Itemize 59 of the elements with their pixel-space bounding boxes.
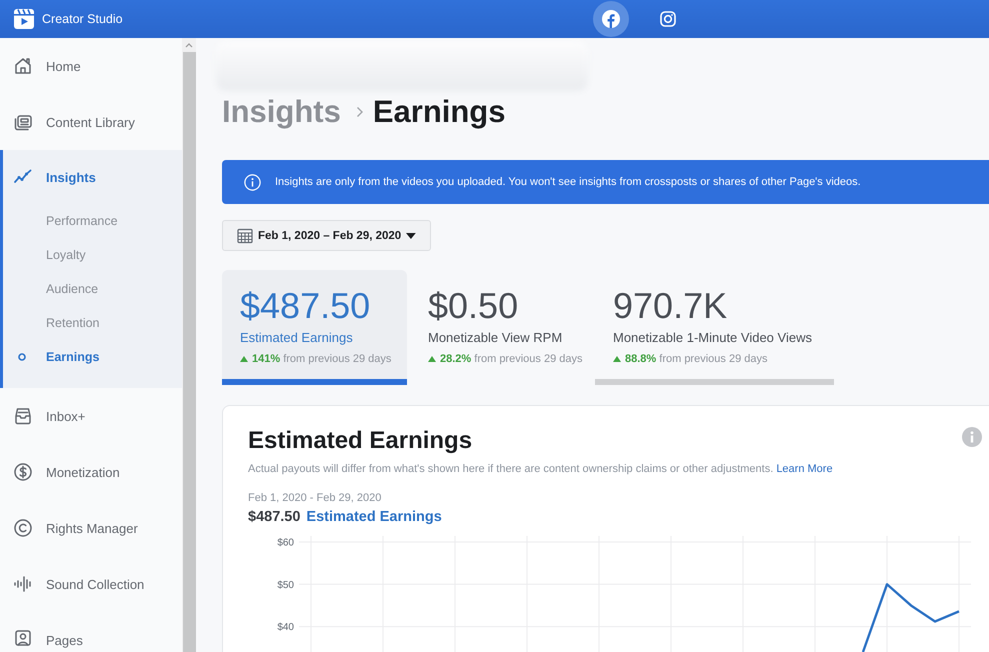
up-triangle-icon xyxy=(240,356,248,362)
up-triangle-icon xyxy=(428,356,436,362)
card-title: Estimated Earnings xyxy=(248,427,472,455)
sidebar-subitem[interactable]: Earnings xyxy=(0,340,182,374)
change-text: 141% from previous 29 days xyxy=(252,352,392,366)
breadcrumb-link[interactable]: Insights xyxy=(222,95,341,129)
disclaimer-text: Actual payouts will differ from what's shown here if there are content ownership claims or other adjustments. Learn More xyxy=(248,462,834,476)
metric-label: Monetizable View RPM xyxy=(428,330,562,346)
sidebar-item[interactable]: Inbox+ xyxy=(0,388,182,444)
metric-tab[interactable]: $0.50 Monetizable View RPM 28.2% from previous 29 days xyxy=(410,270,592,385)
sidebar-item[interactable]: Content Library xyxy=(0,94,182,150)
sidebar-subitem[interactable]: Retention xyxy=(0,306,182,340)
total-amount: $487.50 xyxy=(248,508,300,526)
notice-text: Insights are only from the videos you uploaded. You won't see insights from crossposts or shares of other Page's videos. xyxy=(275,176,861,188)
sidebar-item[interactable]: Rights Manager xyxy=(0,500,182,556)
sidebar-subitem[interactable]: Performance xyxy=(0,204,182,238)
metric-tab[interactable]: $487.50 Estimated Earnings 141% from previous 29 days xyxy=(222,270,407,385)
series-label: Estimated Earnings xyxy=(306,508,442,526)
letter-f-icon xyxy=(602,10,620,28)
calendar-icon xyxy=(237,228,253,244)
clapperboard-icon xyxy=(13,8,35,30)
date-range-text: Feb 1, 2020 - Feb 29, 2020 xyxy=(248,491,382,505)
metric-tab[interactable]: 970.7K Monetizable 1-Minute Video Views 88.8% from previous 29 days xyxy=(595,270,834,385)
caret-down-icon xyxy=(406,232,416,238)
metric-label: Monetizable 1-Minute Video Views xyxy=(613,330,812,346)
change-text: 28.2% from previous 29 days xyxy=(440,352,582,366)
inbox-tray-icon xyxy=(13,406,33,426)
info-icon xyxy=(244,174,261,190)
dollar-circle-icon xyxy=(13,462,33,482)
change-text: 88.8% from previous 29 days xyxy=(625,352,768,366)
platform-tab[interactable] xyxy=(593,1,629,37)
chevron-right-icon xyxy=(356,106,364,118)
sidebar-item[interactable]: Sound Collection xyxy=(0,556,182,612)
up-triangle-icon xyxy=(613,356,621,362)
y-axis-label: $60 xyxy=(277,538,294,548)
page-title: Earnings xyxy=(372,95,506,129)
metric-value: 970.7K xyxy=(613,286,728,326)
y-axis-label: $50 xyxy=(277,580,294,591)
app-title: Creator Studio xyxy=(42,12,123,26)
y-axis-label: $40 xyxy=(277,622,294,634)
home-icon xyxy=(13,56,33,76)
learn-more-link[interactable]: Learn More xyxy=(776,463,833,475)
sidebar-subitem[interactable]: Audience xyxy=(0,272,182,306)
sidebar-item[interactable]: Monetization xyxy=(0,444,182,500)
sound-wave-icon xyxy=(13,574,33,594)
metric-value: $0.50 xyxy=(428,286,518,326)
portrait-frame-icon xyxy=(13,628,33,648)
info-icon[interactable] xyxy=(962,427,982,447)
metric-value: $487.50 xyxy=(240,286,370,326)
metric-label: Estimated Earnings xyxy=(240,330,353,346)
sidebar-item[interactable]: Insights xyxy=(0,150,182,204)
copyright-icon xyxy=(13,518,33,538)
sidebar-item[interactable]: Pages xyxy=(0,612,182,652)
chevron-up-icon[interactable] xyxy=(185,42,193,48)
ring-dot-icon xyxy=(18,353,26,361)
camera-outline-icon xyxy=(659,10,677,28)
sidebar-item[interactable]: Home xyxy=(0,38,182,94)
date-range-button[interactable]: Feb 1, 2020 – Feb 29, 2020 xyxy=(222,220,431,251)
sidebar-subitem[interactable]: Loyalty xyxy=(0,238,182,272)
